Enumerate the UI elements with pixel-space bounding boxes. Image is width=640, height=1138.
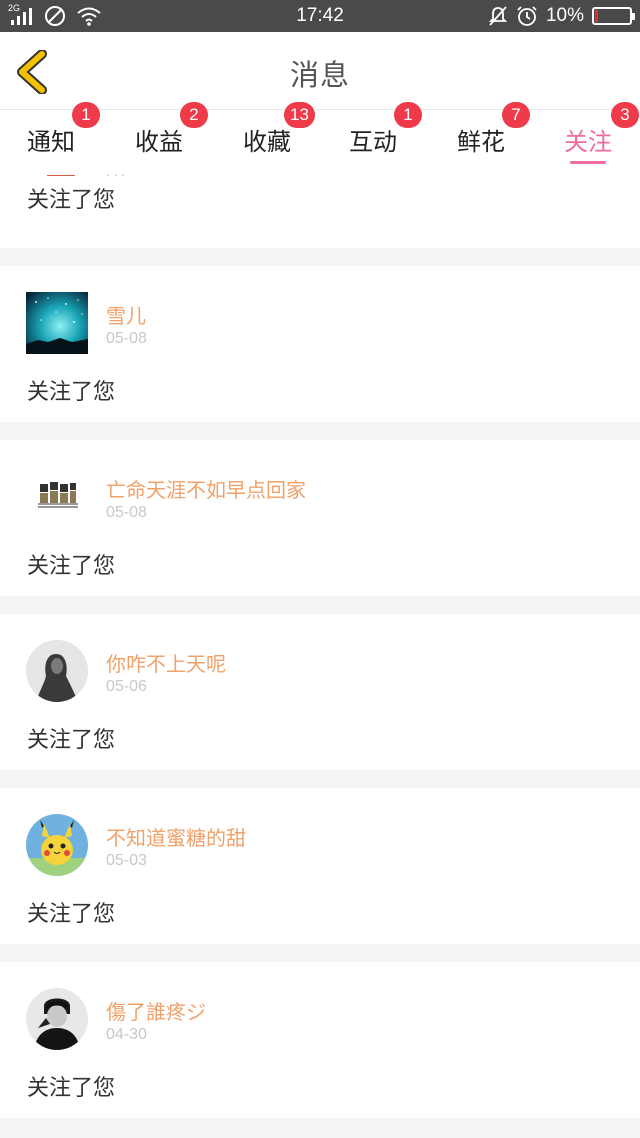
follow-message: 关注了您 — [27, 554, 116, 579]
follow-message: 关注了您 — [27, 188, 116, 213]
tab-earnings[interactable]: 收益 2 — [114, 102, 208, 174]
tab-interactions[interactable]: 互动 1 — [328, 102, 422, 174]
tab-flowers[interactable]: 鲜花 7 — [436, 102, 530, 174]
status-bar: 2G 17:42 10% — [0, 0, 640, 32]
follow-date: 04-30 — [106, 1026, 147, 1043]
follow-date: 05-08 — [106, 504, 147, 521]
follow-message: 关注了您 — [27, 728, 116, 753]
avatar[interactable] — [26, 814, 88, 876]
alarm-clock-icon — [517, 6, 537, 26]
user-name[interactable]: 傷了誰疼ジ — [106, 996, 206, 1025]
list-item[interactable]: 亡命天涯不如早点回家 05-08 关注了您 — [0, 440, 640, 596]
tab-notifications[interactable]: 通知 1 — [6, 102, 100, 174]
list-item[interactable]: 你咋不上天呢 05-06 关注了您 — [0, 614, 640, 770]
mute-notification-icon — [488, 6, 508, 26]
active-tab-indicator — [570, 161, 606, 164]
unread-badge: 13 — [284, 102, 315, 128]
follow-date: 05-08 — [106, 330, 147, 347]
user-name[interactable]: 亡命天涯不如早点回家 — [106, 474, 306, 503]
tab-follows[interactable]: 关注 3 — [543, 102, 639, 174]
navigation-header: 消息 — [0, 32, 640, 110]
message-tabs: 通知 1 收益 2 收藏 13 互动 1 鲜花 7 关注 3 — [0, 102, 640, 174]
follow-message: 关注了您 — [27, 1076, 116, 1101]
battery-percentage: 10% — [545, 5, 584, 26]
list-item[interactable]: 傷了誰疼ジ 04-30 关注了您 — [0, 962, 640, 1118]
follow-date: 05-03 — [106, 852, 147, 869]
tab-favorites[interactable]: 收藏 13 — [222, 102, 315, 174]
avatar[interactable] — [26, 466, 88, 528]
unread-badge: 2 — [180, 102, 208, 128]
list-item[interactable]: ··· 关注了您 — [0, 174, 640, 248]
battery-icon — [592, 7, 635, 25]
unread-badge: 7 — [502, 102, 530, 128]
list-item[interactable]: 雪儿 05-08 关注了您 — [0, 266, 640, 422]
follow-message: 关注了您 — [27, 380, 116, 405]
avatar[interactable] — [26, 988, 88, 1050]
user-name[interactable]: 不知道蜜糖的甜 — [106, 822, 246, 851]
unread-badge: 1 — [394, 102, 422, 128]
avatar — [46, 174, 76, 176]
follow-date: 05-06 — [106, 678, 147, 695]
follow-message: 关注了您 — [27, 902, 116, 927]
user-name[interactable]: 你咋不上天呢 — [106, 648, 226, 677]
avatar[interactable] — [26, 640, 88, 702]
page-title: 消息 — [289, 58, 350, 92]
unread-badge: 1 — [72, 102, 100, 128]
avatar[interactable] — [26, 292, 88, 354]
follow-list: ··· 关注了您 雪儿 05-08 关注了您 亡命天涯不如早点回家 05-08 … — [0, 174, 640, 1138]
list-item[interactable]: 不知道蜜糖的甜 05-03 关注了您 — [0, 788, 640, 944]
unread-badge: 3 — [611, 102, 639, 128]
user-name[interactable]: 雪儿 — [106, 300, 146, 329]
